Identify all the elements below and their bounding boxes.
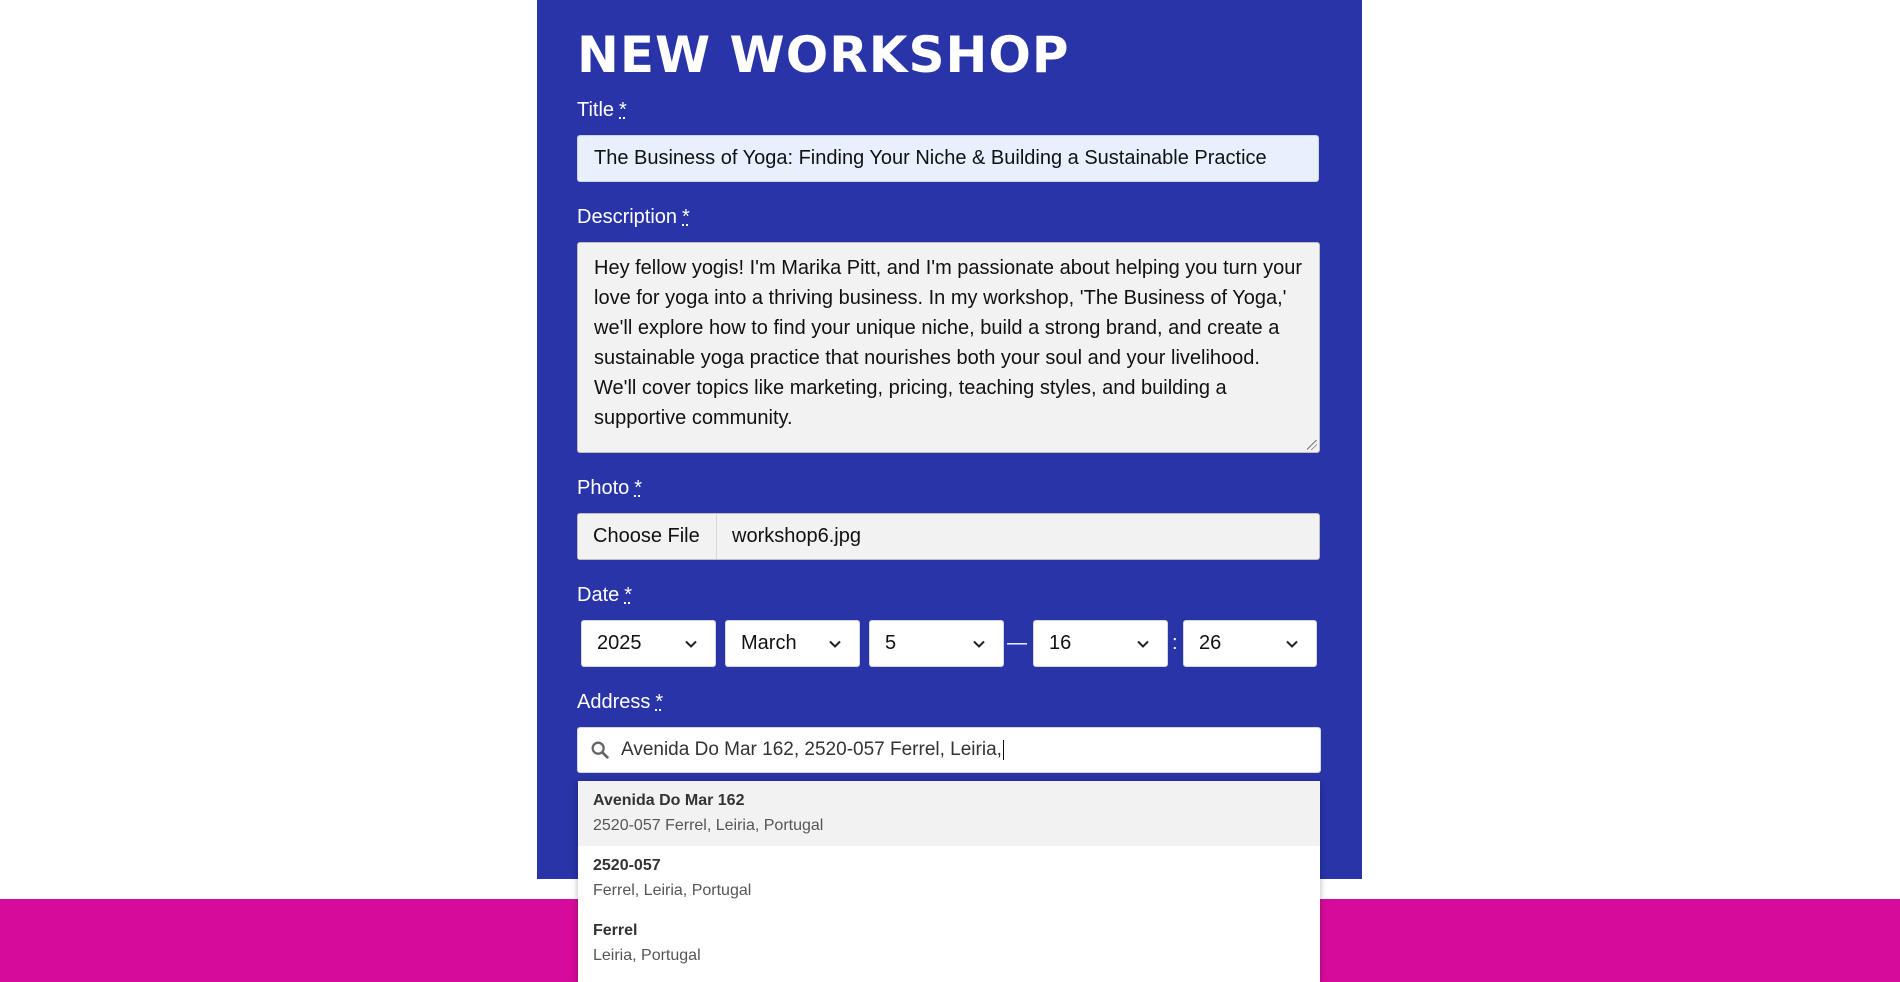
description-text: Hey fellow yogis! I'm Marika Pitt, and I… [594, 257, 1302, 429]
chevron-down-icon [685, 640, 697, 648]
title-input[interactable]: The Business of Yoga: Finding Your Niche… [577, 135, 1319, 182]
text-caret [1002, 740, 1004, 760]
suggestion-item[interactable]: Avenida Do Mar 162 2520-057 Ferrel, Leir… [578, 781, 1320, 846]
title-label-text: Title [577, 99, 615, 121]
photo-label-text: Photo [577, 477, 630, 499]
suggestion-sub: Ferrel, Leiria, Portugal [593, 882, 752, 899]
chevron-down-icon [973, 640, 985, 648]
hour-value: 16 [1049, 632, 1072, 654]
date-time-separator: — [1007, 632, 1027, 654]
chevron-down-icon [1286, 640, 1298, 648]
hour-select[interactable]: 16 [1033, 620, 1168, 667]
required-marker: * [634, 477, 643, 499]
required-marker: * [619, 99, 627, 121]
suggestion-sub: 2520-057 Ferrel, Leiria, Portugal [593, 817, 824, 834]
suggestion-main: Ferrel [593, 922, 638, 939]
address-search-input[interactable]: Avenida Do Mar 162, 2520-057 Ferrel, Lei… [577, 727, 1321, 773]
search-icon [591, 741, 609, 759]
day-select[interactable]: 5 [869, 620, 1004, 667]
suggestion-item[interactable]: 2520-057 Ferrel, Leiria, Portugal [578, 846, 1320, 911]
month-value: March [741, 632, 797, 654]
suggestion-sub: Leiria, Portugal [593, 947, 701, 964]
date-label: Date * [577, 583, 632, 607]
choose-file-button[interactable]: Choose File [578, 514, 717, 559]
minute-select[interactable]: 26 [1183, 620, 1317, 667]
required-marker: * [624, 584, 633, 606]
chevron-down-icon [1137, 640, 1149, 648]
suggestion-item[interactable]: Ferrel Leiria, Portugal [578, 911, 1320, 976]
description-textarea[interactable]: Hey fellow yogis! I'm Marika Pitt, and I… [577, 242, 1320, 453]
photo-file-input[interactable]: Choose File workshop6.jpg [577, 513, 1320, 560]
chevron-down-icon [829, 640, 841, 648]
required-marker: * [682, 206, 690, 228]
address-label-text: Address [577, 691, 651, 713]
address-suggestions: Avenida Do Mar 162 2520-057 Ferrel, Leir… [578, 781, 1320, 982]
year-value: 2025 [597, 632, 642, 654]
month-select[interactable]: March [725, 620, 860, 667]
page-title: NEW WORKSHOP [577, 26, 1070, 84]
selected-file-name: workshop6.jpg [732, 525, 861, 547]
title-label: Title * [577, 98, 627, 122]
photo-label: Photo * [577, 476, 642, 500]
date-label-text: Date [577, 584, 620, 606]
address-label: Address * [577, 690, 663, 714]
suggestion-main: 2520-057 [593, 857, 661, 874]
required-marker: * [655, 691, 664, 713]
description-label: Description * [577, 205, 690, 229]
day-value: 5 [885, 632, 897, 654]
minute-value: 26 [1199, 632, 1222, 654]
resize-grip-icon[interactable] [1307, 440, 1317, 450]
year-select[interactable]: 2025 [581, 620, 716, 667]
description-label-text: Description [577, 206, 678, 228]
suggestion-main: Avenida Do Mar 162 [593, 792, 745, 809]
address-value: Avenida Do Mar 162, 2520-057 Ferrel, Lei… [621, 739, 1002, 760]
time-colon: : [1172, 632, 1178, 654]
